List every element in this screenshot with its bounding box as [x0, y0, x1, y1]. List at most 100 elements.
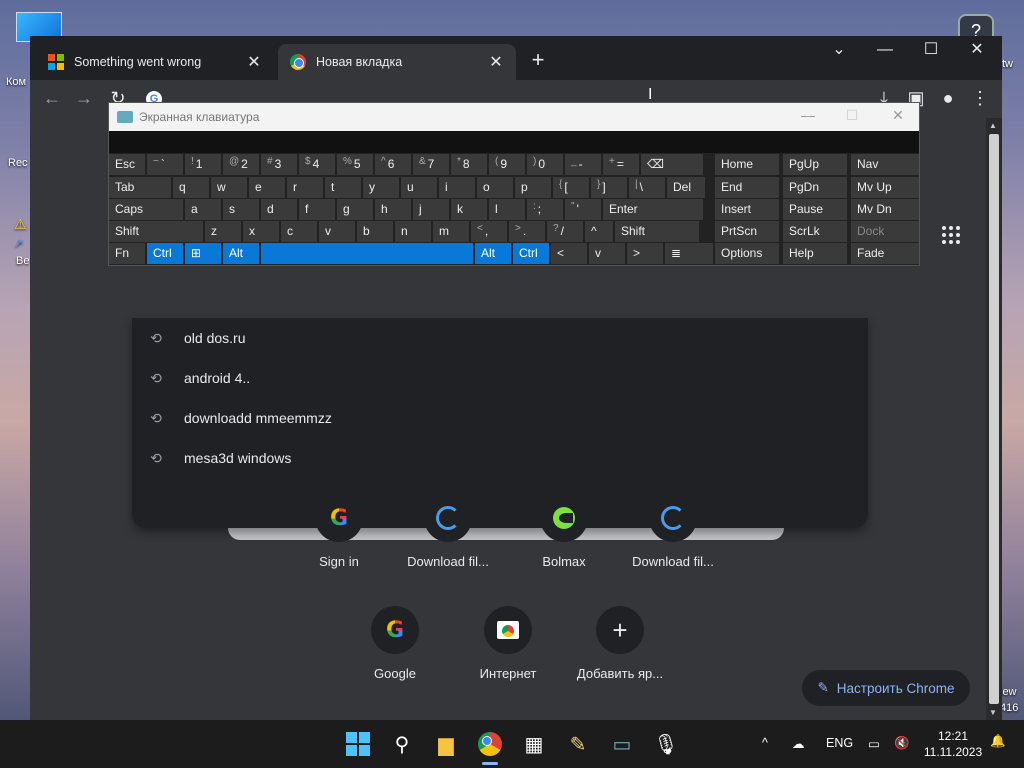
key-nav[interactable]: Nav [851, 154, 919, 175]
key-k[interactable]: k [451, 199, 487, 220]
search-button[interactable]: ⚲ [386, 728, 418, 760]
key-y[interactable]: y [363, 177, 399, 198]
key-delete[interactable]: Del [667, 177, 705, 198]
app-taskbar-button[interactable]: ▦ [518, 728, 550, 760]
key-home[interactable]: Home [715, 154, 779, 175]
key-symbol[interactable]: >. [509, 221, 545, 242]
app-taskbar-button-4[interactable]: 🎙 [650, 728, 682, 760]
suggestion-item[interactable]: ⟲ android 4.. [132, 358, 868, 398]
start-button[interactable] [342, 728, 374, 760]
profile-icon[interactable]: ● [936, 88, 960, 109]
osk-minimize-button[interactable]: — [793, 107, 823, 123]
suggestion-item[interactable]: ⟲ mesa3d windows [132, 438, 868, 478]
shortcut-bolmax[interactable]: Bolmax [508, 494, 620, 569]
chrome-taskbar-button[interactable] [474, 728, 506, 760]
chevron-up-icon[interactable]: ^ [762, 736, 768, 750]
shortcut-google[interactable]: G Google [339, 606, 451, 681]
key-enter[interactable]: Enter [603, 199, 703, 220]
key-tab[interactable]: Tab [109, 177, 171, 198]
key-x[interactable]: x [243, 221, 279, 242]
page-scrollbar[interactable]: ▲ ▼ [986, 118, 1002, 720]
shortcut-download-files-2[interactable]: Download fil... [617, 494, 729, 569]
app-taskbar-button-3[interactable]: ▭ [606, 728, 638, 760]
key-symbol[interactable]: :; [527, 199, 563, 220]
tab-search-chevron-icon[interactable]: ⌄ [816, 40, 862, 60]
new-tab-button[interactable]: + [526, 48, 550, 72]
key-z[interactable]: z [205, 221, 241, 242]
suggestion-item[interactable]: ⟲ downloadd mmeemmzz [132, 398, 868, 438]
key-j[interactable]: j [413, 199, 449, 220]
customize-chrome-button[interactable]: ✎ Настроить Chrome [802, 670, 970, 706]
key-1[interactable]: ! 1 [185, 154, 221, 175]
key-backspace[interactable]: ⌫ [641, 154, 703, 175]
key-e[interactable]: e [249, 177, 285, 198]
key-fade[interactable]: Fade [851, 243, 919, 264]
key-a[interactable]: a [185, 199, 221, 220]
shortcut-add[interactable]: + Добавить яр... [564, 606, 676, 681]
key-n[interactable]: n [395, 221, 431, 242]
key-b[interactable]: b [357, 221, 393, 242]
key-pgup[interactable]: PgUp [783, 154, 847, 175]
key-esc[interactable]: Esc [109, 154, 145, 175]
tab-new-tab[interactable]: Новая вкладка ✕ [278, 44, 516, 80]
key-t[interactable]: t [325, 177, 361, 198]
close-tab-icon[interactable]: ✕ [488, 52, 504, 72]
forward-button[interactable]: → [72, 88, 96, 109]
key-s[interactable]: s [223, 199, 259, 220]
key-i[interactable]: i [439, 177, 475, 198]
key-h[interactable]: h [375, 199, 411, 220]
key-symbol[interactable]: " ' [565, 199, 601, 220]
key-9[interactable]: (9 [489, 154, 525, 175]
key-v[interactable]: v [319, 221, 355, 242]
key-w[interactable]: w [211, 177, 247, 198]
shortcut-sign-in[interactable]: G Sign in [283, 494, 395, 569]
onedrive-icon[interactable]: ☁ [792, 736, 805, 751]
maximize-button[interactable]: ☐ [908, 40, 954, 60]
key-2[interactable]: @2 [223, 154, 259, 175]
shortcut-internet[interactable]: Интернет [452, 606, 564, 681]
key-u[interactable]: u [401, 177, 437, 198]
key-c[interactable]: c [281, 221, 317, 242]
menu-icon[interactable]: ⋮ [968, 88, 992, 109]
key-options[interactable]: Options [715, 243, 779, 264]
key-o[interactable]: o [477, 177, 513, 198]
volume-icon[interactable]: 🔇 [894, 736, 910, 751]
key-help[interactable]: Help [783, 243, 847, 264]
key-=[interactable]: + = [603, 154, 639, 175]
key-0[interactable]: ) 0 [527, 154, 563, 175]
key-symbol[interactable]: {[ [553, 177, 589, 198]
key-ctrl-right[interactable]: Ctrl [513, 243, 549, 264]
key-space[interactable] [261, 243, 473, 264]
minimize-button[interactable]: — [862, 40, 908, 60]
key-6[interactable]: ^ 6 [375, 154, 411, 175]
key-end[interactable]: End [715, 177, 779, 198]
key-l[interactable]: l [489, 199, 525, 220]
key-prtscn[interactable]: PrtScn [715, 221, 779, 242]
shortcut-download-files[interactable]: Download fil... [392, 494, 504, 569]
notification-bell-icon[interactable]: 🔔 [990, 734, 1006, 749]
key-symbol[interactable]: | \ [629, 177, 665, 198]
network-icon[interactable]: ▭ [868, 736, 880, 751]
osk-close-button[interactable]: ✕ [883, 107, 913, 124]
tab-something-went-wrong[interactable]: Something went wrong ✕ [36, 44, 274, 80]
key-f[interactable]: f [299, 199, 335, 220]
file-explorer-button[interactable]: ▆ [430, 728, 462, 760]
key-q[interactable]: q [173, 177, 209, 198]
key-arrow-down[interactable]: v [589, 243, 625, 264]
key-`[interactable]: ~ ` [147, 154, 183, 175]
key-pgdn[interactable]: PgDn [783, 177, 847, 198]
key-fn[interactable]: Fn [109, 243, 145, 264]
key-arrow-up[interactable]: ^ [585, 221, 613, 242]
key-shift-right[interactable]: Shift [615, 221, 699, 242]
key-3[interactable]: #3 [261, 154, 297, 175]
key--[interactable]: _ - [565, 154, 601, 175]
google-apps-icon[interactable] [942, 226, 960, 244]
key-mv-up[interactable]: Mv Up [851, 177, 919, 198]
key-4[interactable]: $4 [299, 154, 335, 175]
scroll-up-icon[interactable]: ▲ [989, 121, 997, 130]
key-g[interactable]: g [337, 199, 373, 220]
key-arrow-right[interactable]: > [627, 243, 663, 264]
key-scrlk[interactable]: ScrLk [783, 221, 847, 242]
key-mv-dn[interactable]: Mv Dn [851, 199, 919, 220]
clock[interactable]: 12:21 11.11.2023 [918, 728, 988, 760]
